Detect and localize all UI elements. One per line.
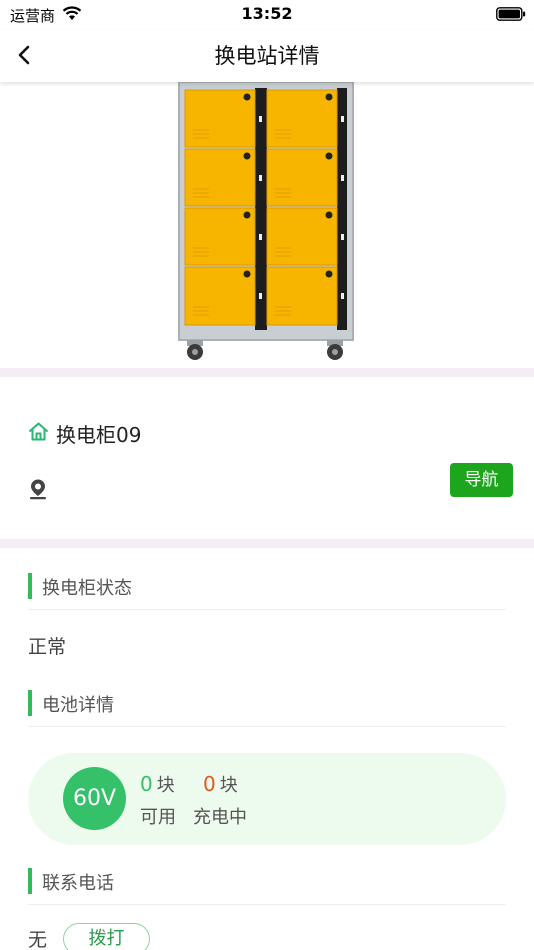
available-unit: 块 (156, 775, 175, 796)
section-accent-bar (28, 690, 32, 716)
section-header: 换电柜状态 (28, 562, 506, 610)
available-stat: 0块 (140, 771, 175, 797)
contact-section: 联系电话 (28, 857, 506, 905)
cabinet-status-section: 换电柜状态 (28, 562, 506, 610)
section-divider (0, 368, 534, 377)
voltage-badge: 60V (63, 767, 126, 830)
section-header: 联系电话 (28, 857, 506, 905)
station-card: 换电柜09 导航 (0, 377, 534, 539)
contact-title: 联系电话 (42, 873, 114, 894)
section-accent-bar (28, 573, 32, 599)
cabinet-status-value: 正常 (28, 636, 67, 658)
charging-unit: 块 (219, 775, 238, 796)
home-icon (29, 422, 48, 441)
charging-stat: 0块 (203, 771, 238, 797)
hero-section (0, 82, 534, 368)
map-pin-icon (30, 479, 46, 500)
section-divider (0, 539, 534, 548)
battery-details-title: 电池详情 (42, 695, 114, 716)
cabinet-status-title: 换电柜状态 (42, 578, 132, 599)
station-name: 换电柜09 (56, 423, 142, 447)
charging-count: 0 (203, 772, 216, 796)
navigate-button[interactable]: 导航 (450, 463, 513, 497)
status-bar: 运营商 13:52 (0, 0, 534, 30)
battery-summary-card: 60V 0块 可用 0块 充电中 (28, 753, 506, 845)
battery-details-section: 电池详情 (28, 679, 506, 727)
available-count: 0 (140, 772, 153, 796)
charging-label: 充电中 (193, 807, 247, 828)
status-time: 13:52 (241, 4, 293, 23)
phone-value: 无 (28, 929, 48, 950)
page-title: 换电站详情 (214, 44, 320, 68)
battery-icon (496, 7, 526, 21)
call-button[interactable]: 拨打 (63, 923, 150, 950)
section-header: 电池详情 (28, 679, 506, 727)
available-label: 可用 (140, 807, 176, 828)
section-accent-bar (28, 868, 32, 894)
battery-cabinet-image (178, 82, 354, 360)
navigation-bar: 换电站详情 (0, 30, 534, 82)
